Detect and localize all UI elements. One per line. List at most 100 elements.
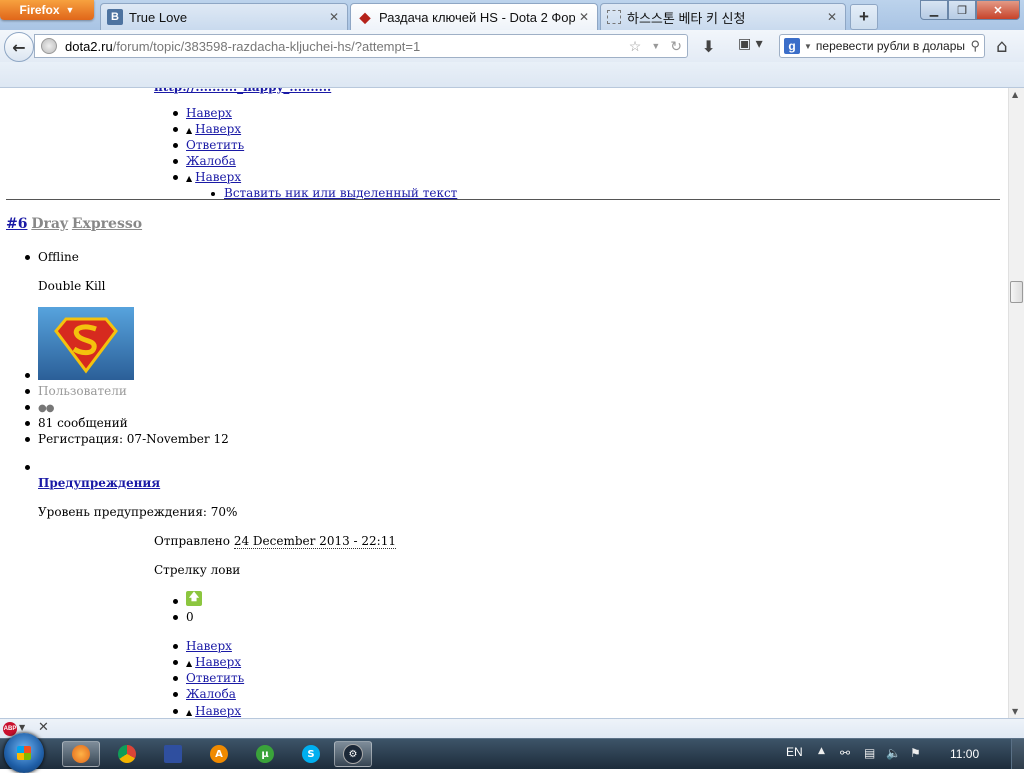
link-top[interactable]: Наверх (195, 704, 241, 718)
chrome-icon (118, 745, 136, 763)
link-top[interactable]: Наверх (195, 170, 241, 184)
close-tab-icon[interactable]: ✕ (827, 10, 837, 24)
utorrent-icon: µ (256, 745, 274, 763)
reply-link[interactable]: Ответить (172, 138, 244, 152)
search-bar[interactable]: g ▼ перевести рубли в долары ⚲ (779, 34, 985, 58)
taskbar-utorrent[interactable]: µ (246, 741, 284, 767)
firefox-menu-button[interactable]: Firefox ▼ (0, 0, 94, 20)
taskbar-floppy[interactable] (154, 741, 192, 767)
scrollbar-thumb[interactable] (1010, 281, 1023, 303)
quote-link[interactable]: Вставить ник или выделенный текст (210, 186, 457, 200)
window-titlebar: Firefox ▼ B True Love ✕ ◆ Раздача ключей… (0, 0, 1024, 30)
vk-icon: B (107, 9, 123, 25)
link-top[interactable]: Наверх (173, 639, 232, 653)
close-tab-icon[interactable]: ✕ (579, 10, 589, 24)
reload-icon[interactable]: ↻ (670, 38, 682, 55)
taskbar-steam[interactable]: ⚙ (334, 741, 372, 767)
floppy-disk-icon (164, 745, 182, 763)
chevron-down-icon[interactable]: ▼ (19, 723, 25, 732)
minimize-icon[interactable]: ▁ (920, 0, 948, 20)
report-link[interactable]: Жалоба (173, 154, 236, 168)
download-icon[interactable]: ⬇ (702, 37, 715, 56)
window-controls: ▁ ❐ ✕ (920, 0, 1020, 20)
dota-icon: ◆ (359, 8, 371, 25)
new-tab-button[interactable]: + (850, 4, 878, 30)
safely-remove-icon[interactable]: ⚯ (840, 746, 850, 760)
bookmarks-menu-icon[interactable]: ▣ ▾ (738, 36, 763, 52)
avatar[interactable] (38, 307, 134, 380)
link-top[interactable]: Наверх (173, 106, 232, 120)
addon-bar: ABP ▼ ✕ (0, 718, 1024, 739)
tab-label: True Love (129, 9, 188, 25)
network-icon[interactable]: ▤ (864, 746, 875, 760)
close-window-icon[interactable]: ✕ (976, 0, 1020, 20)
url-bar[interactable]: dota2.ru/forum/topic/383598-razdacha-klj… (34, 34, 688, 58)
link-top[interactable]: Наверх (195, 122, 241, 136)
post-header: #6 Dray Expresso (6, 216, 142, 232)
clock[interactable]: 11:00 (950, 747, 979, 761)
volume-icon[interactable]: 🔈 (886, 746, 901, 760)
bookmarks-toolbar (0, 62, 1024, 88)
maximize-icon[interactable]: ❐ (948, 0, 976, 20)
reply-link[interactable]: Ответить (172, 671, 244, 685)
post-meta: Отправлено 24 December 2013 - 22:11 (154, 534, 396, 549)
show-desktop-button[interactable] (1011, 739, 1024, 769)
posts-count: 81 сообщений (25, 416, 128, 430)
scroll-up-icon[interactable]: ▲ (1012, 90, 1018, 99)
superman-logo-icon (54, 317, 118, 374)
tab-hearthstone-beta[interactable]: 하스스톤 베타 키 신청 ✕ (600, 3, 846, 30)
history-dropdown-icon[interactable]: ▼ (651, 41, 660, 51)
post-divider (6, 199, 1000, 200)
close-tab-icon[interactable]: ✕ (329, 10, 339, 24)
warning-level: Уровень предупреждения: 70% (38, 505, 238, 519)
firefox-icon (72, 745, 90, 763)
tab-true-love[interactable]: B True Love ✕ (100, 3, 348, 30)
show-hidden-icons-icon[interactable]: ▲ (818, 746, 825, 756)
steam-icon: ⚙ (343, 744, 363, 764)
language-indicator[interactable]: EN (786, 745, 803, 759)
start-button[interactable] (4, 733, 44, 773)
windows-taskbar: A µ S ⚙ EN ▲ ⚯ ▤ 🔈 ⚑ 11:00 (0, 733, 1024, 773)
taskbar-avast[interactable]: A (200, 741, 238, 767)
tab-label: Раздача ключей HS - Dota 2 Форум (379, 9, 575, 25)
arrow-up-icon: ▲ (186, 708, 193, 717)
search-input[interactable]: перевести рубли в долары (816, 39, 971, 53)
author-second-name-link[interactable]: Expresso (72, 216, 142, 232)
report-link[interactable]: Жалоба (173, 687, 236, 701)
rating-dots: ●● (24, 400, 54, 414)
reputation-up-button[interactable]: 🡅 (186, 591, 202, 606)
author-first-name-link[interactable]: Dray (31, 216, 68, 232)
warnings-link[interactable]: Предупреждения (38, 476, 160, 490)
search-icon[interactable]: ⚲ (970, 38, 980, 54)
chevron-down-icon: ▼ (65, 5, 75, 15)
close-icon[interactable]: ✕ (38, 720, 49, 735)
arrow-up-icon: ▲ (186, 659, 193, 668)
list-item: ▲ Наверх (172, 704, 241, 718)
registration-date: Регистрация: 07-November 12 (25, 432, 229, 446)
arrow-up-icon: ▲ (186, 126, 193, 135)
vertical-scrollbar[interactable]: ▲ ▼ (1008, 88, 1024, 718)
home-icon[interactable]: ⌂ (996, 36, 1007, 57)
skype-icon: S (302, 745, 320, 763)
taskbar-chrome[interactable] (108, 741, 146, 767)
back-button[interactable]: ← (4, 32, 34, 62)
taskbar-skype[interactable]: S (292, 741, 330, 767)
list-item: ▲ Наверх (172, 122, 241, 136)
chevron-down-icon[interactable]: ▼ (804, 42, 812, 51)
reputation-count: 0 (173, 610, 194, 624)
tab-dota-forum[interactable]: ◆ Раздача ключей HS - Dota 2 Форум ✕ (350, 3, 598, 30)
arrow-up-icon: ▲ (186, 174, 193, 183)
avast-icon: A (210, 745, 228, 763)
scroll-down-icon[interactable]: ▼ (1012, 707, 1018, 716)
link-top[interactable]: Наверх (195, 655, 241, 669)
tab-label: 하스스톤 베타 키 신청 (627, 10, 746, 26)
google-icon[interactable]: g (784, 38, 800, 54)
bookmark-star-icon[interactable]: ☆ (629, 38, 642, 55)
taskbar-firefox[interactable] (62, 741, 100, 767)
post-body: Стрелку лови (154, 563, 241, 577)
list-item: ▲ Наверх (172, 655, 241, 669)
action-center-flag-icon[interactable]: ⚑ (910, 746, 921, 760)
post-number-link[interactable]: #6 (6, 216, 27, 232)
signature-link-cut[interactable]: http://.........._happy_.......... (154, 88, 331, 94)
url-text: dota2.ru/forum/topic/383598-razdacha-klj… (65, 38, 421, 54)
